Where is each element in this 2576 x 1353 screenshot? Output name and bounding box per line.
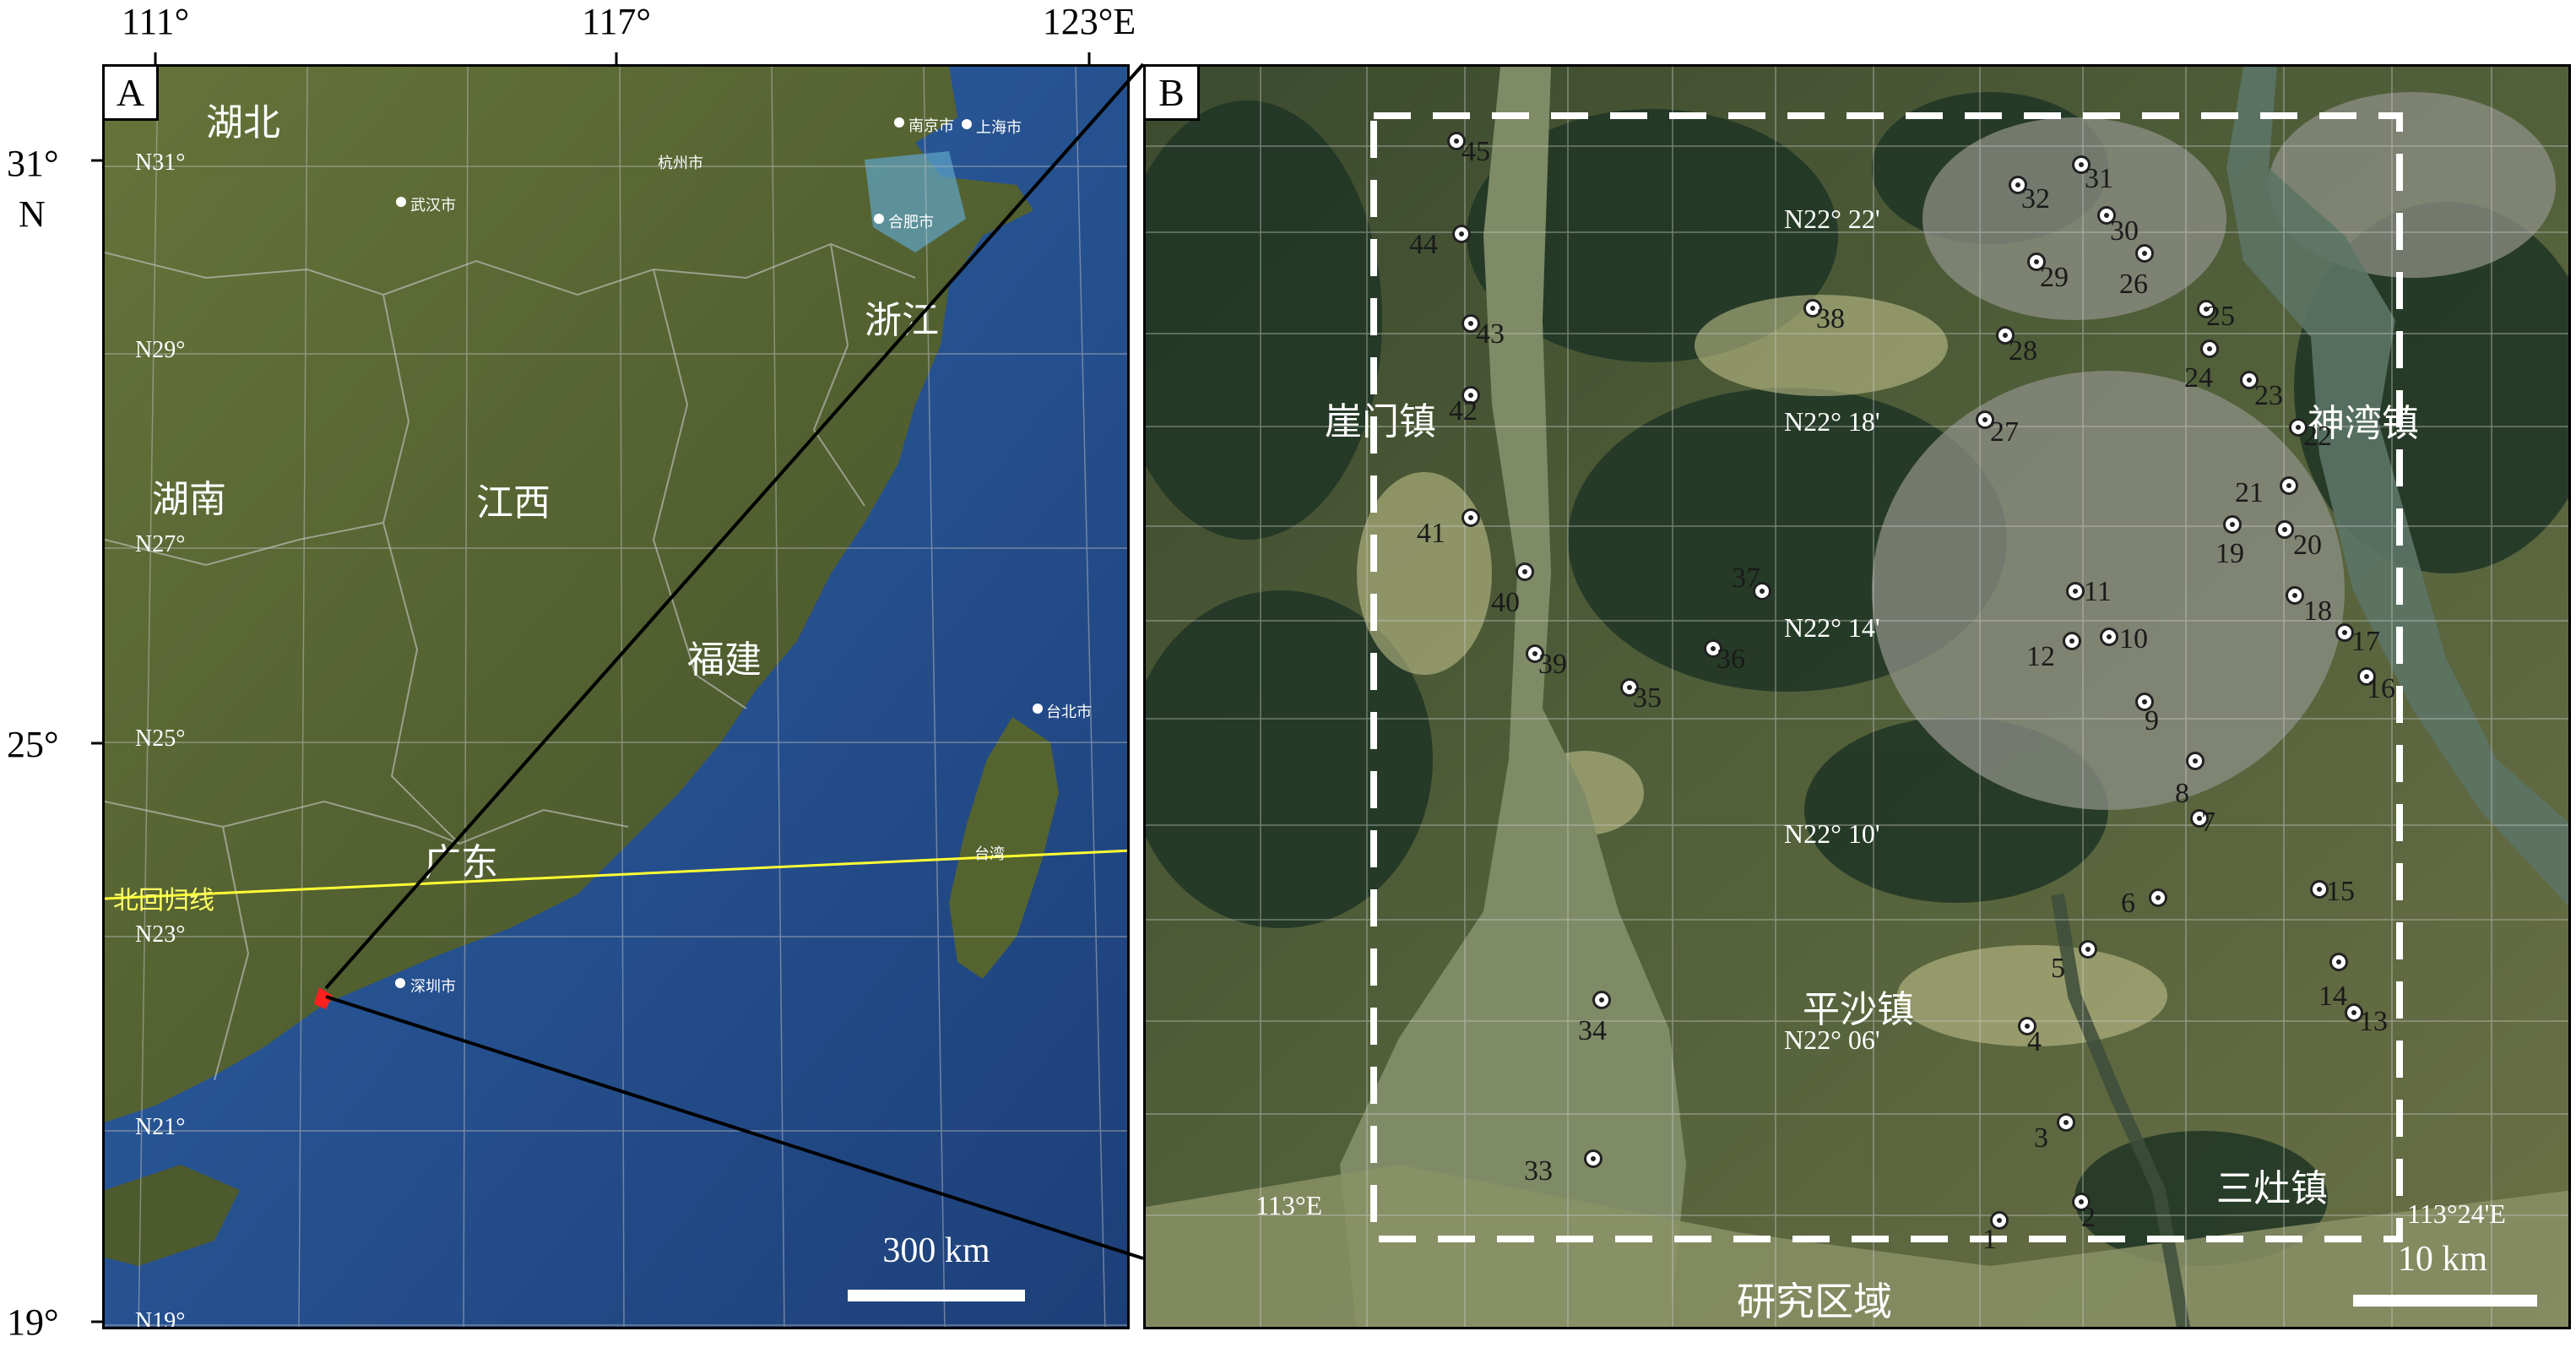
site-marker-icon xyxy=(2223,515,2242,534)
study-area-caption: 研究区域 xyxy=(1737,1279,1892,1324)
scale-text-a: 300 km xyxy=(882,1231,990,1270)
satellite-map-graphic xyxy=(1146,67,2568,1327)
province-fujian: 福建 xyxy=(687,638,762,682)
grid-label-22-10: N22° 10' xyxy=(1784,818,1880,849)
scale-text-b: 10 km xyxy=(2397,1240,2488,1279)
label-taiwan: 台湾 xyxy=(974,845,1005,863)
province-jiangxi: 江西 xyxy=(476,481,550,524)
province-zhejiang: 浙江 xyxy=(865,299,939,342)
grid-label-22-14: N22° 14' xyxy=(1784,612,1880,643)
lon-label-113e: 113°E xyxy=(1255,1190,1323,1220)
grid-label-22-18: N22° 18' xyxy=(1784,406,1880,437)
site-marker-icon xyxy=(2186,752,2205,770)
site-marker-icon xyxy=(2286,586,2304,605)
site-marker-icon xyxy=(2063,632,2081,650)
city-taipei: 台北市 xyxy=(1046,704,1092,721)
site-marker-icon xyxy=(2079,940,2097,959)
panel-a-label: A xyxy=(105,67,159,121)
lon-label-113-24e: 113°24'E xyxy=(2407,1198,2506,1229)
site-marker-icon xyxy=(2149,888,2167,907)
province-guangdong: 广东 xyxy=(424,841,498,884)
province-hubei: 湖北 xyxy=(206,101,280,144)
lat-n27: N27° xyxy=(135,531,186,557)
town-sanzao: 三灶镇 xyxy=(2216,1167,2328,1210)
town-yamen: 崖门镇 xyxy=(1325,400,1436,443)
city-nanjing: 南京市 xyxy=(908,117,954,135)
overview-map-graphic xyxy=(105,67,1127,1327)
province-hunan: 湖南 xyxy=(152,478,226,521)
site-marker-icon xyxy=(2100,628,2118,646)
lat-n29: N29° xyxy=(135,337,186,363)
site-marker-icon xyxy=(2066,582,2085,600)
lat-n23: N23° xyxy=(135,921,186,948)
city-shenzhen: 深圳市 xyxy=(410,978,456,996)
overview-map-panel[interactable]: A 湖北 湖南 江西 浙江 福建 广东 N31° N29° N27° N25° … xyxy=(102,64,1130,1329)
site-marker-icon xyxy=(1462,508,1480,527)
city-hefei: 合肥市 xyxy=(888,214,934,231)
site-marker-icon xyxy=(1592,991,1611,1009)
scale-bar-b xyxy=(2353,1295,2537,1307)
tropic-label: 北回归线 xyxy=(113,886,214,916)
city-wuhan: 武汉市 xyxy=(410,197,456,215)
site-marker-icon xyxy=(1516,562,1534,581)
city-hangzhou: 杭州市 xyxy=(658,155,703,172)
study-area-map-panel[interactable]: B 崖门镇 神湾镇 平沙镇 三灶镇 N22° 22' N22° 18' N22°… xyxy=(1143,64,2571,1329)
scale-bar-a xyxy=(848,1290,1025,1301)
grid-label-22-06: N22° 06' xyxy=(1784,1024,1880,1055)
site-marker-icon xyxy=(2200,340,2219,358)
city-shanghai: 上海市 xyxy=(976,119,1022,137)
grid-label-22-22: N22° 22' xyxy=(1784,204,1880,234)
site-marker-icon xyxy=(2280,476,2298,495)
site-marker-icon xyxy=(1452,225,1471,243)
site-marker-icon xyxy=(2275,520,2294,539)
site-marker-icon xyxy=(2329,953,2348,971)
lat-n19: N19° xyxy=(135,1308,186,1329)
lat-n21: N21° xyxy=(135,1114,186,1140)
lat-n31: N31° xyxy=(135,149,186,176)
site-marker-icon xyxy=(2057,1113,2075,1132)
site-marker-icon xyxy=(1584,1149,1603,1168)
panel-b-label: B xyxy=(1146,67,1200,121)
lat-n25: N25° xyxy=(135,725,186,752)
